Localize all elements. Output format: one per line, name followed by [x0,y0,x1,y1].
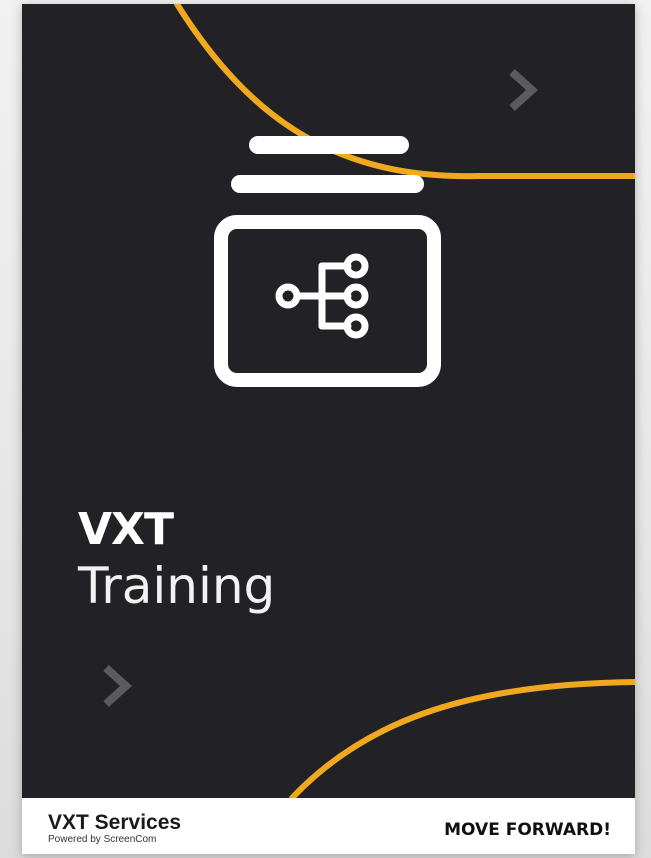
brand-block: VXT Services Powered by ScreenCom [48,812,181,846]
tagline: MOVE FORWARD! [444,820,611,840]
footer-bar: VXT Services Powered by ScreenCom MOVE F… [22,798,635,854]
cover-decoration [103,4,635,798]
chevron-right-icon [103,665,132,707]
page-background: VXT Training VXT Services Powered by Scr… [0,0,651,858]
brochure-card: VXT Training VXT Services Powered by Scr… [22,4,635,854]
cover-title: VXT Training [78,504,275,616]
chevron-right-icon [509,69,538,111]
cover-panel: VXT Training [22,4,635,798]
brand-subtitle: Powered by ScreenCom [48,834,157,845]
training-module-icon [214,136,441,387]
title-light: Training [78,557,276,615]
accent-curve-bottom [289,679,635,798]
title-bold: VXT [78,504,174,555]
brand-name: VXT Services [48,811,182,834]
